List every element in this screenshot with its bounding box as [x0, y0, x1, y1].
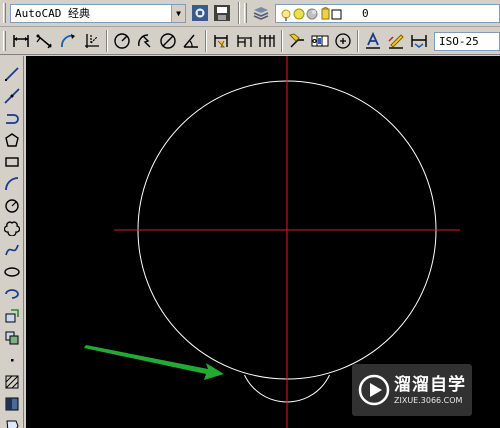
toolbar-grip[interactable]	[244, 3, 247, 23]
circle-button[interactable]	[2, 196, 22, 216]
polyline-button[interactable]	[2, 108, 22, 128]
line-button[interactable]	[2, 64, 22, 84]
baseline-dimension-button[interactable]	[233, 30, 255, 52]
layers-icon	[253, 7, 269, 20]
gradient-icon	[5, 397, 19, 411]
jogged-dimension-icon	[138, 34, 151, 48]
toolbar-grip[interactable]	[3, 3, 6, 23]
arc-button[interactable]	[2, 174, 22, 194]
radius-dimension-icon	[114, 33, 130, 49]
ellipse-icon	[4, 267, 20, 277]
center-mark-icon	[335, 33, 351, 49]
arc-length-button[interactable]	[57, 30, 79, 52]
line-icon	[5, 67, 19, 81]
aligned-dimension-icon	[36, 34, 52, 49]
watermark: 溜溜自学 ZIXUE.3066.COM	[352, 364, 472, 416]
watermark-title: 溜溜自学	[394, 375, 466, 395]
region-icon	[6, 420, 19, 428]
quick-dimension-icon	[214, 35, 228, 48]
tolerance-button[interactable]	[309, 30, 331, 52]
ellipse-arc-button[interactable]	[2, 284, 22, 304]
polygon-button[interactable]	[2, 130, 22, 150]
aligned-dimension-button[interactable]	[33, 30, 55, 52]
insert-block-icon	[5, 309, 19, 323]
watermark-url: ZIXUE.3066.COM	[394, 396, 463, 405]
radius-dimension-button[interactable]	[111, 30, 133, 52]
save-workspace-button[interactable]	[211, 2, 233, 24]
spline-button[interactable]	[2, 240, 22, 260]
play-logo-icon	[358, 374, 390, 406]
diameter-dimension-button[interactable]	[157, 30, 179, 52]
layer-value: 0	[362, 7, 369, 20]
layer-state-icons	[281, 7, 342, 21]
dimension-update-button[interactable]	[408, 30, 430, 52]
dimension-edit-button[interactable]	[362, 30, 384, 52]
dimension-style-dropdown[interactable]: ISO-25	[434, 32, 500, 51]
workspaces-toolbar: AutoCAD 经典 ▼ 0	[0, 0, 500, 27]
construction-line-button[interactable]	[2, 86, 22, 106]
jogged-dimension-button[interactable]	[134, 30, 156, 52]
rectangle-icon	[5, 157, 19, 167]
tolerance-icon	[311, 35, 329, 47]
gradient-button[interactable]	[2, 394, 22, 414]
save-workspace-icon	[214, 5, 230, 21]
construction-line-icon	[4, 88, 20, 104]
ellipse-arc-icon	[5, 289, 19, 299]
dimension-toolbar: ISO-25	[0, 28, 500, 55]
revision-cloud-button[interactable]	[2, 218, 22, 238]
layer-dropdown[interactable]: 0	[275, 4, 500, 23]
dimension-style-value: ISO-25	[439, 35, 479, 48]
revision-cloud-icon	[4, 221, 20, 236]
hatch-button[interactable]	[2, 372, 22, 392]
quick-leader-button[interactable]	[286, 30, 308, 52]
angular-dimension-button[interactable]	[180, 30, 202, 52]
polyline-icon	[6, 114, 19, 124]
make-block-button[interactable]	[2, 328, 22, 348]
arc-icon	[5, 177, 19, 191]
make-block-icon	[5, 331, 19, 345]
dimension-text-edit-button[interactable]	[385, 30, 407, 52]
dimension-text-edit-icon	[388, 34, 404, 49]
ordinate-dimension-icon	[85, 34, 99, 48]
linear-dimension-button[interactable]	[10, 30, 32, 52]
dimension-edit-icon	[366, 32, 380, 49]
point-button[interactable]	[2, 350, 22, 370]
continue-dimension-button[interactable]	[256, 30, 278, 52]
angular-dimension-icon	[183, 34, 198, 48]
workspace-value: AutoCAD 经典	[15, 7, 90, 20]
toolbar-separator	[106, 30, 108, 52]
point-icon	[11, 359, 14, 362]
workspace-dropdown[interactable]: AutoCAD 经典 ▼	[10, 4, 186, 23]
toolbar-separator	[205, 30, 207, 52]
ordinate-dimension-button[interactable]	[81, 30, 103, 52]
diameter-dimension-icon	[160, 33, 176, 49]
toolbar-separator	[357, 30, 359, 52]
circle-icon	[5, 199, 19, 213]
spline-icon	[5, 244, 19, 256]
draw-toolbar	[0, 56, 24, 428]
workspace-settings-button[interactable]	[189, 2, 211, 24]
quick-dimension-button[interactable]	[210, 30, 232, 52]
hatch-icon	[5, 375, 19, 389]
region-button[interactable]	[2, 416, 22, 428]
ellipse-button[interactable]	[2, 262, 22, 282]
baseline-dimension-icon	[237, 35, 252, 47]
toolbar-separator	[281, 30, 283, 52]
chevron-down-icon: ▼	[171, 5, 185, 22]
workspace-settings-icon	[192, 5, 208, 21]
polygon-icon	[5, 133, 19, 147]
center-mark-button[interactable]	[332, 30, 354, 52]
linear-dimension-icon	[13, 35, 29, 47]
toolbar-separator	[238, 2, 240, 24]
toolbar-grip[interactable]	[3, 31, 6, 51]
dimension-update-icon	[411, 35, 427, 48]
quick-leader-icon	[289, 33, 304, 48]
arc-length-icon	[61, 34, 75, 48]
layer-properties-button[interactable]	[250, 2, 272, 24]
continue-dimension-icon	[259, 35, 275, 47]
insert-block-button[interactable]	[2, 306, 22, 326]
rectangle-button[interactable]	[2, 152, 22, 172]
